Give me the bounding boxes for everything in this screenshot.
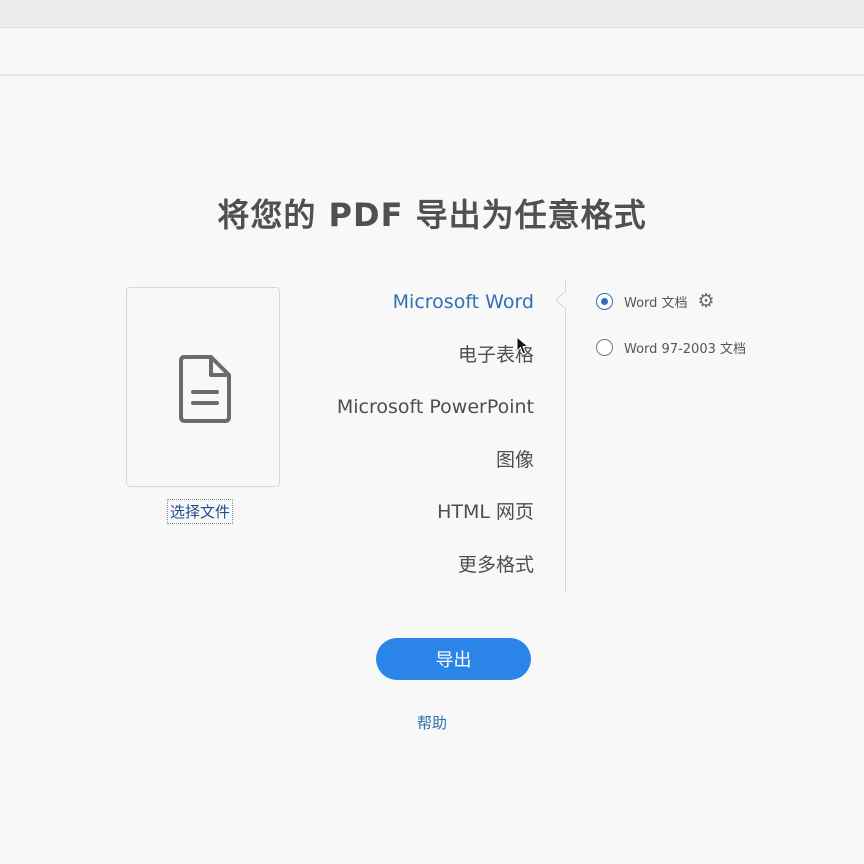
format-item-image[interactable]: 图像: [337, 436, 534, 489]
export-button[interactable]: 导出: [376, 638, 531, 680]
option-word-docx-label: Word 文档: [624, 296, 688, 311]
format-list: Microsoft Word 电子表格 Microsoft PowerPoint…: [337, 278, 534, 594]
selection-pointer: [555, 291, 573, 309]
file-drop-area[interactable]: [126, 287, 280, 487]
option-word-97-2003-label: Word 97-2003 文档: [624, 342, 746, 357]
browser-top-bar: [0, 0, 864, 28]
header-divider: [0, 74, 864, 76]
mouse-cursor-icon: [516, 336, 530, 355]
format-item-html[interactable]: HTML 网页: [337, 488, 534, 541]
format-item-more[interactable]: 更多格式: [337, 541, 534, 594]
gear-icon[interactable]: ⚙: [698, 292, 715, 311]
radio-word-docx[interactable]: [596, 293, 613, 310]
panel-divider: [565, 280, 566, 592]
format-item-spreadsheet[interactable]: 电子表格: [337, 331, 534, 384]
option-word-97-2003[interactable]: Word 97-2003 文档: [596, 338, 746, 357]
select-file-link[interactable]: 选择文件: [166, 499, 234, 524]
format-item-word[interactable]: Microsoft Word: [337, 278, 534, 331]
option-word-docx[interactable]: Word 文档 ⚙: [596, 292, 715, 311]
page-title: 将您的 PDF 导出为任意格式: [217, 196, 647, 234]
document-icon: [179, 355, 231, 423]
radio-word-97-2003[interactable]: [596, 339, 613, 356]
format-item-powerpoint[interactable]: Microsoft PowerPoint: [337, 383, 534, 436]
help-link[interactable]: 帮助: [0, 712, 864, 733]
